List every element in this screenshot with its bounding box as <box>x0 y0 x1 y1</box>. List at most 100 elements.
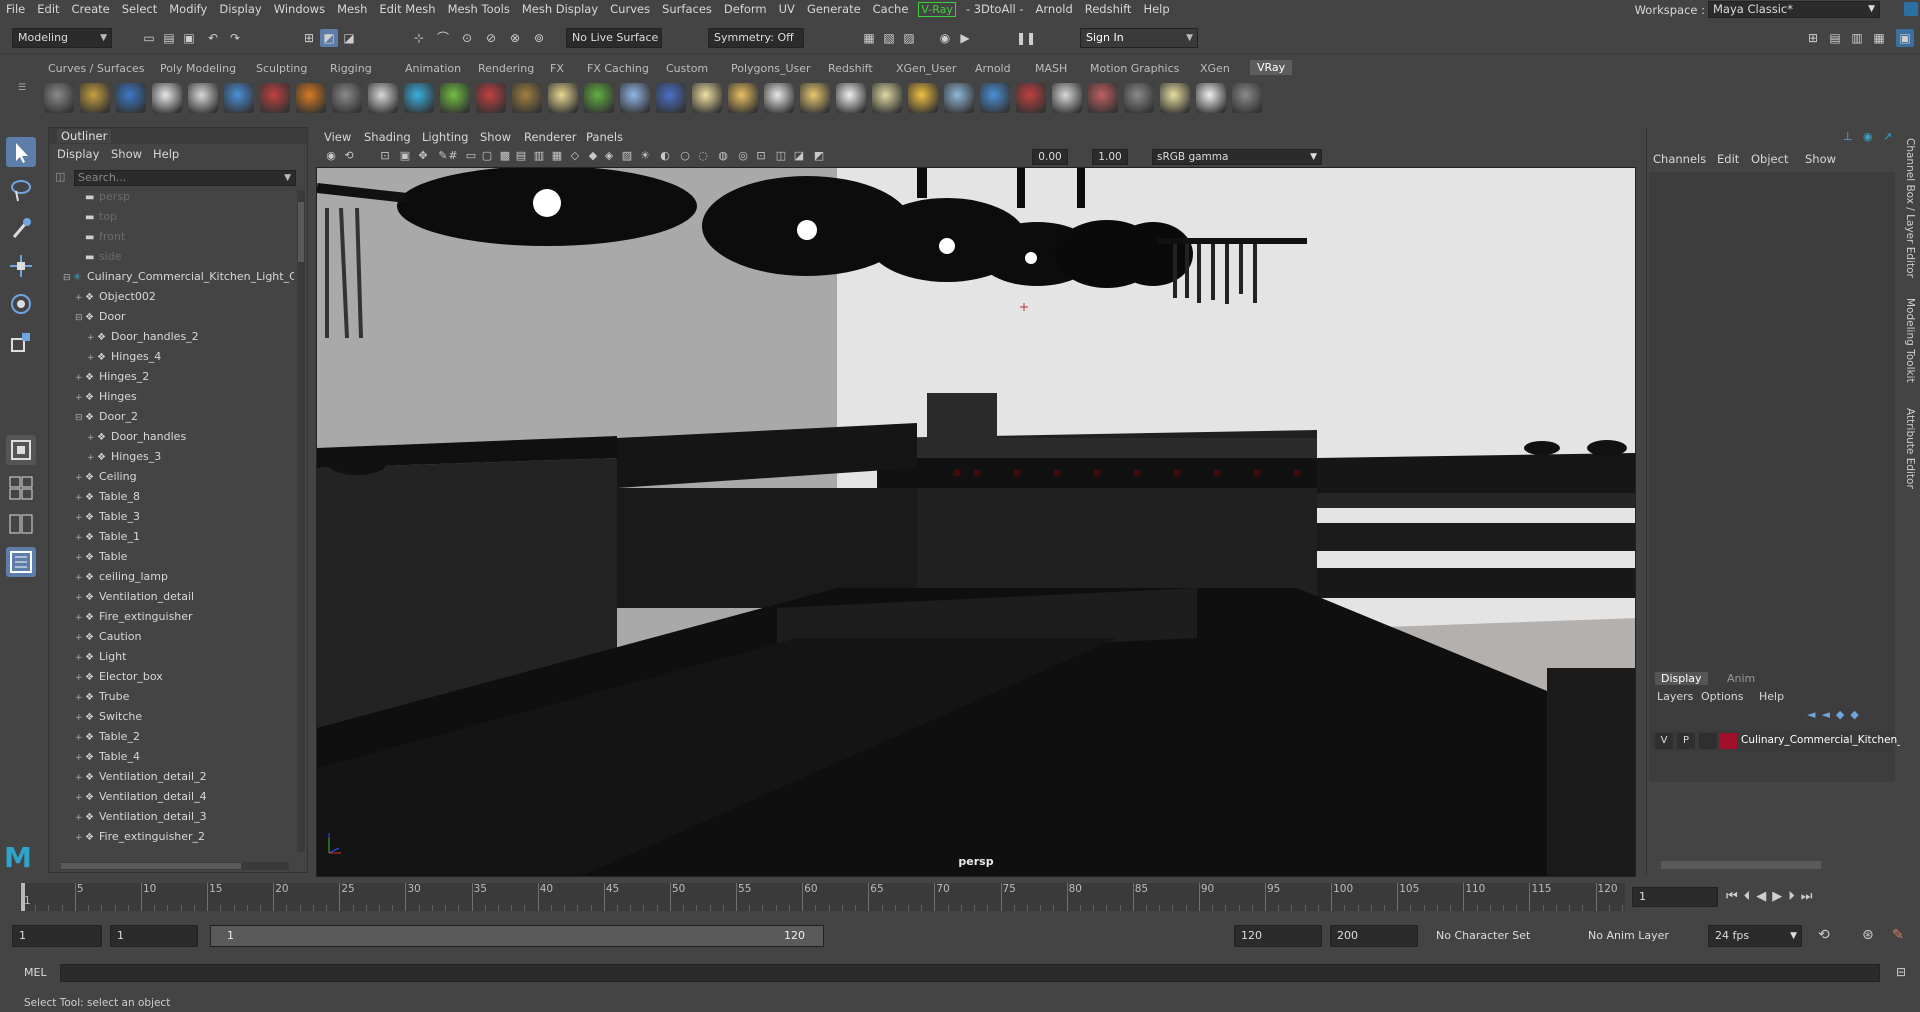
outliner-item[interactable]: + ❖ Elector_box <box>75 670 163 690</box>
expand-icon[interactable]: + <box>87 433 97 443</box>
attribute-editor-icon[interactable]: ▥ <box>1848 29 1866 47</box>
help-icon[interactable] <box>1232 83 1262 113</box>
outliner-horizontal-scrollbar[interactable] <box>61 862 289 870</box>
outliner-item[interactable]: + ❖ Fire_extinguisher <box>75 610 193 630</box>
vray-settings-icon[interactable] <box>188 83 218 113</box>
menu-mesh[interactable]: Mesh <box>331 2 373 16</box>
shelf-tab-arnold[interactable]: Arnold <box>975 62 1011 75</box>
outliner-item[interactable]: + ❖ Ventilation_detail <box>75 590 194 610</box>
vray-checker-icon[interactable] <box>1052 83 1082 113</box>
vray-sphere-icon[interactable] <box>980 83 1010 113</box>
outliner-item[interactable]: ⊟ ✳ Culinary_Commercial_Kitchen_Light_C <box>63 270 294 290</box>
outliner-menu-display[interactable]: Display <box>57 147 99 161</box>
outliner-item[interactable]: + ❖ Ventilation_detail_4 <box>75 790 207 810</box>
snap-curve-icon[interactable]: ⌒ <box>434 29 452 47</box>
safe-title-icon[interactable]: ▦ <box>550 149 564 163</box>
vray-grass-icon[interactable] <box>656 83 686 113</box>
expand-icon[interactable]: + <box>75 753 85 763</box>
redo-icon[interactable]: ↷ <box>226 29 244 47</box>
xray-icon[interactable]: ◫ <box>774 149 788 163</box>
symmetry-dropdown[interactable]: Symmetry: Off <box>708 28 804 48</box>
vray-volume-icon[interactable] <box>368 83 398 113</box>
outliner-camera-item[interactable]: ▬ side <box>85 250 122 270</box>
shelf-tab-rendering[interactable]: Rendering <box>478 62 534 75</box>
expand-icon[interactable]: + <box>75 773 85 783</box>
soft-select-icon[interactable] <box>6 435 36 465</box>
vray-enmesh-icon[interactable] <box>512 83 542 113</box>
single-perspective-layout-icon[interactable] <box>6 473 36 503</box>
outliner-item[interactable]: + ❖ Object002 <box>75 290 156 310</box>
outliner-item[interactable]: + ❖ Light <box>75 650 126 670</box>
vray-cloud-icon[interactable] <box>1196 83 1226 113</box>
outliner-item[interactable]: + ❖ Hinges_4 <box>87 350 161 370</box>
expand-icon[interactable]: + <box>75 393 85 403</box>
layer-menu-layers[interactable]: Layers <box>1657 690 1693 703</box>
tab-anim[interactable]: Anim <box>1727 672 1755 685</box>
expand-icon[interactable]: + <box>87 333 97 343</box>
expand-icon[interactable]: + <box>75 513 85 523</box>
save-scene-icon[interactable]: ▣ <box>180 29 198 47</box>
live-surface-field[interactable]: No Live Surface <box>566 28 662 48</box>
vray-displacement-icon[interactable] <box>548 83 578 113</box>
viewport-menu-lighting[interactable]: Lighting <box>422 130 468 144</box>
menu-edit-mesh[interactable]: Edit Mesh <box>373 2 441 16</box>
expand-icon[interactable]: + <box>87 453 97 463</box>
channel-box-menu-object[interactable]: Object <box>1751 152 1788 166</box>
smooth-shade-icon[interactable]: ◆ <box>586 149 600 163</box>
playback-end-field[interactable]: 120 <box>1234 925 1322 947</box>
grid-icon[interactable]: # <box>446 149 460 163</box>
shelf-tab-xgen[interactable]: XGen <box>1200 62 1230 75</box>
loop-icon[interactable]: ⟲ <box>1818 927 1836 943</box>
outliner-item[interactable]: + ❖ Ventilation_detail_3 <box>75 810 207 830</box>
render-view-icon[interactable]: ▨ <box>900 29 918 47</box>
viewport-menu-panels[interactable]: Panels <box>586 130 623 144</box>
expand-icon[interactable]: + <box>75 613 85 623</box>
shelf-tab-curves-surfaces[interactable]: Curves / Surfaces <box>48 62 145 75</box>
tab-modeling-toolkit[interactable]: Modeling Toolkit <box>1904 298 1916 383</box>
wireframe-icon[interactable]: ◇ <box>568 149 582 163</box>
outliner-search-input[interactable]: Search... ▼ <box>74 170 296 186</box>
menu-windows[interactable]: Windows <box>268 2 331 16</box>
use-lights-icon[interactable]: ☀ <box>638 149 652 163</box>
snap-surface-icon[interactable]: ⊗ <box>506 29 524 47</box>
snap-view-icon[interactable]: ⊘ <box>482 29 500 47</box>
shelf-tab-vray[interactable]: VRay <box>1250 60 1293 75</box>
collapse-icon[interactable]: ⊟ <box>75 313 85 323</box>
outliner-camera-item[interactable]: ▬ front <box>85 230 125 250</box>
menu-deform[interactable]: Deform <box>718 2 773 16</box>
shelf-tab-fx[interactable]: FX <box>550 62 564 75</box>
layer-name[interactable]: Culinary_Commercial_Kitchen_ <box>1741 734 1902 746</box>
vray-rect-light-icon[interactable] <box>944 83 974 113</box>
vray-sun-icon[interactable] <box>908 83 938 113</box>
menu-redshift[interactable]: Redshift <box>1079 2 1138 16</box>
playback-controls[interactable]: ⏮⏴◀▶⏵⏭ <box>1726 889 1916 905</box>
expand-icon[interactable]: + <box>75 833 85 843</box>
shelf-tab-motion-graphics[interactable]: Motion Graphics <box>1090 62 1179 75</box>
expand-icon[interactable]: + <box>75 793 85 803</box>
menu-mesh-tools[interactable]: Mesh Tools <box>442 2 516 16</box>
outliner-item[interactable]: + ❖ Fire_extinguisher_2 <box>75 830 205 850</box>
safe-action-icon[interactable]: ▥ <box>532 149 546 163</box>
vray-render-elements-icon[interactable] <box>1088 83 1118 113</box>
expand-icon[interactable]: + <box>75 533 85 543</box>
outliner-menu-help[interactable]: Help <box>153 147 179 161</box>
outliner-item[interactable]: + ❖ Table <box>75 550 127 570</box>
preferences-icon[interactable]: ✎ <box>1892 927 1910 943</box>
render-current-icon[interactable]: ▦ <box>860 29 878 47</box>
current-time-indicator[interactable] <box>21 883 25 911</box>
camera-tools-icon[interactable]: ⊞ <box>1804 29 1822 47</box>
select-hierarchy-icon[interactable]: ⊞ <box>300 29 318 47</box>
anti-aliasing-icon[interactable]: ◍ <box>716 149 730 163</box>
outliner-vertical-scrollbar[interactable] <box>297 190 305 852</box>
layer-color-swatch[interactable] <box>1719 733 1737 749</box>
vray-fur-icon[interactable] <box>296 83 326 113</box>
expand-icon[interactable]: + <box>75 293 85 303</box>
motion-blur-icon[interactable]: ◌ <box>696 149 710 163</box>
expand-icon[interactable]: + <box>75 653 85 663</box>
display-layer-row[interactable]: V P Culinary_Commercial_Kitchen_ <box>1651 731 1902 751</box>
outliner-camera-item[interactable]: ▬ persp <box>85 190 130 210</box>
outliner-item[interactable]: + ❖ Door_handles_2 <box>87 330 199 350</box>
vray-plane-light-icon[interactable] <box>764 83 794 113</box>
vray-ipr-icon[interactable] <box>80 83 110 113</box>
vray-texture-icon[interactable] <box>584 83 614 113</box>
